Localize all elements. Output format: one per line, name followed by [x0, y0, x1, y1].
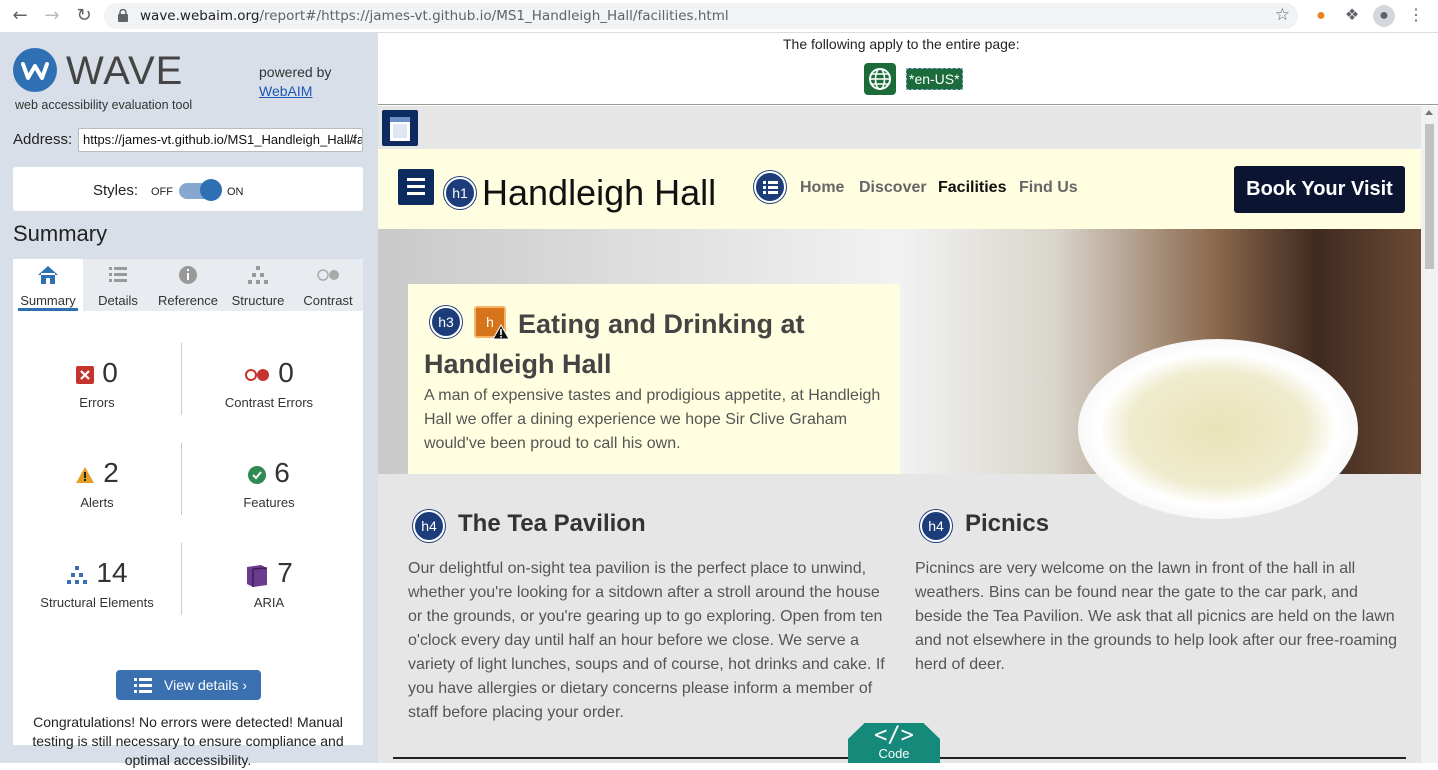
hero-title: Eating and Drinking at Handleigh Hall — [424, 309, 805, 379]
stat-contrast-errors[interactable]: 0 Contrast Errors — [185, 357, 353, 410]
profile-icon[interactable]: ● — [1373, 5, 1395, 27]
code-icon: </> — [874, 723, 914, 748]
arrow-right-icon[interactable]: → — [340, 129, 360, 151]
home-icon — [38, 266, 58, 284]
list-icon — [134, 678, 152, 693]
applies-text: The following apply to the entire page: — [783, 36, 1020, 52]
structure-icon — [248, 266, 268, 284]
h1-badge-icon[interactable]: h1 — [444, 177, 476, 209]
evaluated-page: h1 Handleigh Hall Home Discover Faciliti… — [378, 106, 1421, 763]
divider — [181, 543, 182, 615]
powered-by: powered by WebAIM — [259, 64, 332, 99]
summary-heading: Summary — [13, 221, 108, 246]
h4-badge-icon[interactable]: h4 — [920, 510, 952, 542]
address-label: Address: — [13, 131, 73, 148]
wave-logo-text: WAVE — [66, 49, 184, 93]
stat-structural[interactable]: 14 Structural Elements — [13, 557, 181, 610]
page-wide-items: The following apply to the entire page: … — [378, 33, 1438, 105]
nav-find-us[interactable]: Find Us — [1019, 179, 1078, 197]
book-visit-button[interactable]: Book Your Visit — [1234, 166, 1405, 213]
menu-kebab-icon[interactable]: ⋮ — [1405, 5, 1427, 27]
nav-facilities[interactable]: Facilities — [938, 179, 1006, 197]
list-icon — [109, 267, 127, 282]
stat-alerts[interactable]: 2 Alerts — [13, 457, 181, 510]
scroll-thumb[interactable] — [1425, 124, 1434, 269]
scrollbar[interactable] — [1421, 106, 1438, 763]
webaim-link[interactable]: WebAIM — [259, 83, 331, 99]
url-text: wave.webaim.org/report#/https://james-vt… — [140, 8, 729, 24]
code-toggle-button[interactable]: </> Code — [848, 723, 940, 763]
tab-contrast[interactable]: Contrast — [293, 259, 363, 311]
address-bar[interactable]: wave.webaim.org/report#/https://james-vt… — [104, 3, 1298, 29]
styles-label: Styles: — [93, 182, 139, 199]
puzzle-icon[interactable]: ❖ — [1341, 5, 1363, 27]
hero-text: A man of expensive tastes and prodigious… — [424, 387, 881, 452]
list-badge-icon[interactable] — [754, 171, 786, 203]
tab-reference[interactable]: Reference — [153, 259, 223, 311]
scroll-up-icon[interactable] — [1425, 110, 1433, 115]
divider — [181, 343, 182, 415]
reload-icon[interactable]: ↻ — [72, 5, 96, 27]
language-tag[interactable]: *en-US* — [906, 68, 963, 90]
bookmark-star-icon[interactable]: ☆ — [1275, 5, 1290, 25]
summary-panel: Summary Details Reference Structure Cont… — [13, 259, 363, 768]
section-title-tea-pavilion: The Tea Pavilion — [458, 510, 646, 537]
styles-toggle-box: Styles: OFF ON — [13, 167, 363, 211]
site-header: h1 Handleigh Hall Home Discover Faciliti… — [378, 149, 1421, 229]
alert-icon — [76, 466, 95, 483]
wave-sidebar: WAVE web accessibility evaluation tool p… — [0, 33, 378, 768]
globe-icon[interactable] — [864, 63, 896, 95]
styles-toggle-knob[interactable] — [200, 179, 222, 201]
tab-details[interactable]: Details — [83, 259, 153, 311]
styles-on-label: ON — [227, 186, 244, 198]
report-area: The following apply to the entire page: … — [378, 33, 1438, 763]
nav-discover[interactable]: Discover — [859, 179, 927, 197]
stat-errors[interactable]: 0 Errors — [13, 357, 181, 410]
contrast-icon — [317, 269, 339, 281]
address-input[interactable]: https://james-vt.github.io/MS1_Handleigh… — [78, 128, 363, 152]
error-icon — [76, 365, 95, 384]
document-icon[interactable] — [382, 110, 418, 146]
section-text-tea-pavilion: Our delightful on-sight tea pavilion is … — [408, 560, 885, 721]
section-title-picnics: Picnics — [965, 510, 1050, 537]
nav-home[interactable]: Home — [800, 179, 844, 197]
stat-features[interactable]: 6 Features — [185, 457, 353, 510]
h4-badge-icon[interactable]: h4 — [413, 510, 445, 542]
feature-check-icon — [248, 465, 267, 484]
forward-icon[interactable]: → — [40, 5, 64, 27]
hero-card: h3 h Eating and Drinking at Handleigh Ha… — [408, 284, 900, 474]
congrats-message: Congratulations! No errors were detected… — [32, 714, 344, 768]
extension-icon[interactable]: ● — [1310, 5, 1332, 27]
tab-structure[interactable]: Structure — [223, 259, 293, 311]
section-text-picnics: Picnincs are very welcome on the lawn in… — [915, 560, 1398, 673]
site-title[interactable]: Handleigh Hall — [482, 172, 716, 214]
lock-icon — [118, 9, 128, 22]
teacup-image — [1078, 339, 1358, 519]
aria-icon — [247, 564, 268, 587]
tab-bar: Summary Details Reference Structure Cont… — [13, 259, 363, 311]
styles-off-label: OFF — [151, 186, 173, 198]
hero-image: h3 h Eating and Drinking at Handleigh Ha… — [378, 229, 1421, 519]
wave-logo-icon — [13, 48, 57, 92]
contrast-error-icon — [245, 368, 270, 381]
tab-summary[interactable]: Summary — [13, 259, 83, 311]
structure-icon — [67, 565, 88, 584]
divider — [181, 443, 182, 515]
back-icon[interactable]: ← — [8, 5, 32, 27]
view-details-button[interactable]: View details › — [116, 670, 261, 700]
stat-aria[interactable]: 7 ARIA — [185, 557, 353, 610]
browser-toolbar: ← → ↻ wave.webaim.org/report#/https://ja… — [0, 0, 1438, 33]
wave-subtitle: web accessibility evaluation tool — [15, 98, 193, 112]
nav-landmark-icon[interactable] — [398, 169, 434, 205]
info-icon — [179, 266, 197, 284]
